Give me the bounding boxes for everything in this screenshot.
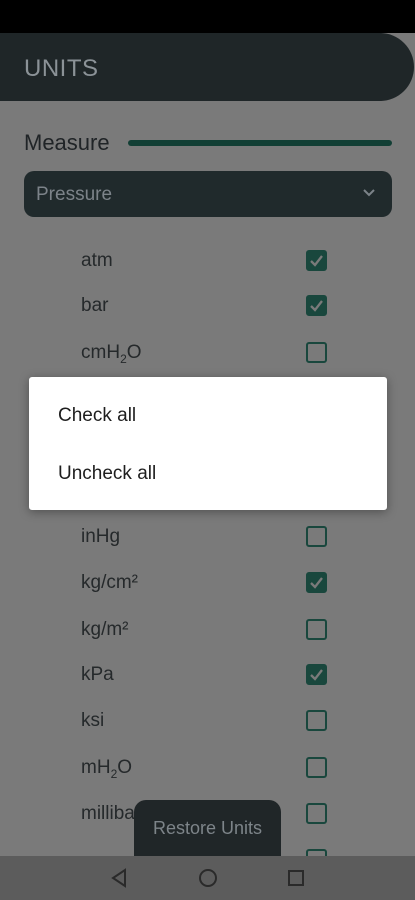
unit-label: milliba bbox=[81, 803, 135, 824]
home-icon[interactable] bbox=[197, 866, 219, 890]
unit-checkbox[interactable] bbox=[306, 710, 327, 731]
unit-label: atm bbox=[81, 250, 113, 271]
unit-label: kg/m² bbox=[81, 619, 129, 640]
unit-checkbox[interactable] bbox=[306, 757, 327, 778]
unit-row-atm[interactable]: atm bbox=[0, 243, 415, 283]
unit-row-ksi[interactable]: ksi bbox=[0, 703, 415, 743]
page-title: UNITS bbox=[24, 55, 99, 82]
unit-row-mh2o[interactable]: mH2O bbox=[0, 750, 415, 790]
unit-checkbox[interactable] bbox=[306, 295, 327, 316]
app-header: UNITS bbox=[0, 33, 414, 101]
unit-label: mH2O bbox=[81, 757, 133, 781]
check-all-item[interactable]: Check all bbox=[58, 405, 136, 427]
check-icon bbox=[310, 577, 323, 589]
restore-units-button[interactable]: Restore Units bbox=[134, 800, 281, 856]
unit-label: bar bbox=[81, 295, 109, 316]
unit-row-kg-cm2[interactable]: kg/cm² bbox=[0, 565, 415, 605]
recents-icon[interactable] bbox=[285, 866, 307, 890]
unit-row-kpa[interactable]: kPa bbox=[0, 657, 415, 697]
unit-label: ksi bbox=[81, 710, 105, 731]
unit-label: kg/cm² bbox=[81, 572, 138, 593]
unit-label: cmH2O bbox=[81, 342, 142, 366]
unit-checkbox[interactable] bbox=[306, 619, 327, 640]
unit-row-inhg[interactable]: inHg bbox=[0, 519, 415, 559]
status-bar bbox=[0, 0, 415, 33]
check-icon bbox=[310, 300, 323, 312]
unit-row-kg-m2[interactable]: kg/m² bbox=[0, 612, 415, 652]
unit-row-cmh2o[interactable]: cmH2O bbox=[0, 335, 415, 375]
unit-checkbox[interactable] bbox=[306, 250, 327, 271]
unit-checkbox[interactable] bbox=[306, 342, 327, 363]
uncheck-all-item[interactable]: Uncheck all bbox=[58, 463, 156, 485]
unit-label: kPa bbox=[81, 664, 114, 685]
measure-selected-value: Pressure bbox=[36, 184, 113, 205]
unit-label: inHg bbox=[81, 526, 121, 547]
unit-row-bar[interactable]: bar bbox=[0, 288, 415, 328]
check-icon bbox=[310, 255, 323, 267]
measure-dropdown[interactable]: Pressure bbox=[24, 171, 392, 217]
unit-checkbox[interactable] bbox=[306, 572, 327, 593]
measure-underline bbox=[128, 140, 392, 146]
unit-checkbox[interactable] bbox=[306, 803, 327, 824]
unit-checkbox[interactable] bbox=[306, 526, 327, 547]
unit-checkbox[interactable] bbox=[306, 664, 327, 685]
system-nav-bar bbox=[0, 856, 415, 900]
restore-units-label: Restore Units bbox=[152, 818, 263, 838]
context-menu: Check all Uncheck all bbox=[29, 377, 387, 510]
back-icon[interactable] bbox=[109, 866, 131, 890]
chevron-down-icon bbox=[363, 189, 375, 197]
check-icon bbox=[310, 669, 323, 681]
measure-label: Measure bbox=[24, 130, 110, 155]
